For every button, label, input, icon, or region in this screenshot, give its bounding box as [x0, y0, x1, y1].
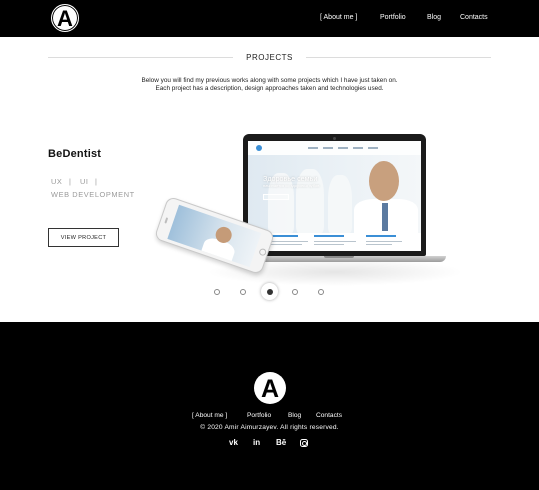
footer-nav-blog[interactable]: Blog — [288, 412, 301, 419]
instagram-icon[interactable] — [300, 439, 308, 447]
behance-icon[interactable]: Bē — [276, 438, 286, 448]
nav-contacts[interactable]: Contacts — [460, 14, 488, 21]
mockup-info-line — [268, 241, 308, 242]
section-description: Below you will find my previous works al… — [141, 77, 398, 92]
mockup-nav-link — [353, 147, 363, 149]
phone-speaker — [164, 217, 169, 224]
vk-icon[interactable]: vk — [229, 438, 238, 448]
mockup-info-line — [314, 241, 356, 242]
carousel-dot-4[interactable] — [292, 289, 298, 295]
footer-nav-portfolio[interactable]: Portfolio — [247, 412, 271, 419]
carousel-dot-3-active[interactable] — [261, 283, 278, 300]
logo-letter: A — [57, 6, 73, 31]
project-title: BeDentist — [48, 148, 102, 160]
mockup-info-column — [366, 235, 416, 249]
logo-icon[interactable]: A — [51, 4, 79, 32]
mockup-nav-link — [338, 147, 348, 149]
tag-separator: | — [69, 177, 72, 186]
mockup-info-column — [268, 235, 318, 249]
doctor-head — [369, 161, 399, 201]
carousel-dot-1[interactable] — [214, 289, 220, 295]
phone-home-button — [258, 247, 268, 257]
mockup-site-navbar — [248, 141, 421, 155]
mockup-nav-link — [368, 147, 378, 149]
footer-logo-letter: A — [260, 374, 280, 403]
tag-ui: UI — [80, 177, 89, 186]
carousel-dot-2[interactable] — [240, 289, 246, 295]
mockup-nav-link — [323, 147, 333, 149]
tag-separator: | — [95, 177, 98, 186]
doctor-tie — [382, 203, 388, 231]
nav-about-me[interactable]: [ About me ] — [320, 14, 357, 21]
view-project-button[interactable]: VIEW PROJECT — [48, 228, 119, 247]
carousel-dot-5[interactable] — [318, 289, 324, 295]
footer-nav-contacts[interactable]: Contacts — [316, 412, 342, 419]
footer-nav-about-me[interactable]: [ About me ] — [192, 412, 227, 419]
doctor-figure — [328, 175, 352, 233]
mockup-info-column — [314, 235, 364, 249]
divider-right — [306, 57, 491, 58]
laptop-screen-image: Здоровье семьи начинается со здоровья зу… — [248, 141, 421, 251]
mockup-info-line — [366, 244, 392, 245]
laptop-camera — [333, 137, 336, 140]
footer-logo-icon[interactable]: A — [254, 372, 286, 404]
nav-portfolio[interactable]: Portfolio — [380, 14, 406, 21]
mockup-info-line — [268, 244, 302, 245]
laptop-notch — [324, 256, 354, 258]
mockup-info-heading — [366, 235, 396, 237]
top-navbar: A [ About me ] Portfolio Blog Contacts — [0, 0, 539, 37]
mockup-info-line — [366, 241, 402, 242]
tag-web-development: WEB DEVELOPMENT — [51, 190, 135, 199]
mockup-hero-button — [263, 194, 289, 200]
nav-blog[interactable]: Blog — [427, 14, 441, 21]
mockup-info-heading — [314, 235, 344, 237]
mockup-logo-icon — [256, 145, 262, 151]
mockup-hero-subtitle: начинается со здоровья зубов — [263, 183, 320, 188]
copyright-text: © 2020 Amir Aimurzayev. All rights reser… — [200, 424, 339, 431]
tag-ux: UX — [51, 177, 63, 186]
mockup-nav-link — [308, 147, 318, 149]
footer — [0, 322, 539, 490]
divider-left — [48, 57, 233, 58]
mockup-info-line — [314, 244, 344, 245]
section-title: PROJECTS — [246, 53, 293, 62]
active-dot-indicator — [266, 288, 273, 295]
mockup-hero-title: Здоровье семьи — [263, 174, 318, 183]
linkedin-icon[interactable]: in — [253, 438, 260, 448]
mockup-info-strip — [248, 233, 421, 251]
